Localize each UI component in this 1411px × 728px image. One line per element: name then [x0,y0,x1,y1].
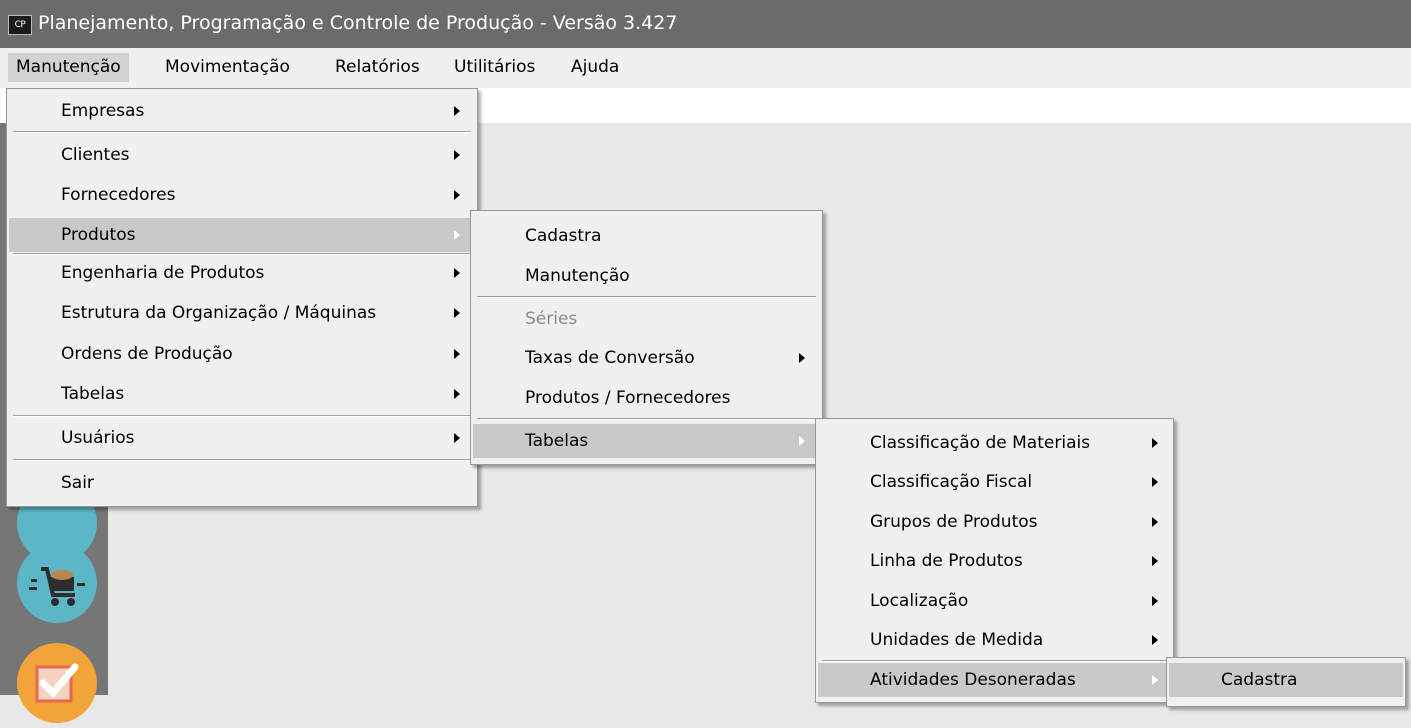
menu-item-label: Atividades Desoneradas [870,670,1076,690]
menu-item-label: Fornecedores [61,185,176,205]
menu-item-label: Produtos [61,225,136,245]
submenu-arrow-icon [454,268,460,278]
menu-item-produtos[interactable]: Produtos [9,218,475,252]
menu-separator [13,253,471,255]
submenu-arrow-icon [1152,438,1158,448]
menu-item-empresas[interactable]: Empresas [9,94,475,128]
menu-manutencao[interactable]: Manutenção [8,53,129,82]
menu-item-label: Ordens de Produção [61,344,233,364]
menu-item-usuarios[interactable]: Usuários [9,421,475,455]
submenu-arrow-icon [799,353,805,363]
menu-item-label: Localização [870,591,969,611]
menu-item-classificacao-fiscal[interactable]: Classificação Fiscal [818,465,1171,499]
menu-item-label: Unidades de Medida [870,630,1044,650]
menu-separator [13,131,471,133]
submenu-arrow-icon [454,433,460,443]
menu-tabelas-submenu: Classificação de Materiais Classificação… [815,418,1174,703]
menu-atividades-submenu: Cadastra [1166,657,1406,707]
submenu-arrow-icon [799,436,805,446]
menu-item-atividades-desoneradas[interactable]: Atividades Desoneradas [818,663,1171,697]
menu-item-tabelas[interactable]: Tabelas [9,377,475,411]
submenu-arrow-icon [1152,596,1158,606]
menu-separator [477,418,816,420]
menu-item-classificacao-de-materiais[interactable]: Classificação de Materiais [818,426,1171,460]
submenu-arrow-icon [454,230,460,240]
submenu-arrow-icon [454,150,460,160]
menu-relatorios[interactable]: Relatórios [327,53,428,82]
menu-item-label: Usuários [61,428,135,448]
menu-item-label: Empresas [61,101,145,121]
menu-item-taxas-de-conversao[interactable]: Taxas de Conversão [473,341,820,375]
submenu-arrow-icon [1152,635,1158,645]
menu-item-produtos-fornecedores[interactable]: Produtos / Fornecedores [473,381,820,415]
menu-item-grupos-de-produtos[interactable]: Grupos de Produtos [818,505,1171,539]
menu-item-label: Cadastra [1221,670,1298,690]
menu-item-manutencao[interactable]: Manutenção [473,259,820,293]
menu-item-series[interactable]: Séries [473,302,820,336]
menu-bar: Manutenção Movimentação Relatórios Utili… [0,48,1411,88]
menu-item-label: Manutenção [525,266,630,286]
menu-item-label: Sair [61,473,94,493]
menu-ajuda[interactable]: Ajuda [563,53,627,82]
menu-item-engenharia-de-produtos[interactable]: Engenharia de Produtos [9,256,475,290]
checkmark-box-icon[interactable] [17,643,97,723]
submenu-arrow-icon [1152,556,1158,566]
menu-item-label: Classificação de Materiais [870,433,1091,453]
menu-item-label: Tabelas [525,431,589,451]
menu-item-label: Cadastra [525,226,602,246]
submenu-arrow-icon [454,389,460,399]
submenu-arrow-icon [1152,517,1158,527]
submenu-arrow-icon [454,106,460,116]
menu-separator [822,660,1167,662]
menu-manutencao-dropdown: Empresas Clientes Fornecedores Produtos … [6,88,478,507]
menu-item-clientes[interactable]: Clientes [9,138,475,172]
menu-item-label: Engenharia de Produtos [61,263,265,283]
menu-produtos-submenu: Cadastra Manutenção Séries Taxas de Conv… [470,210,823,465]
app-icon[interactable]: CP [8,15,32,35]
menu-separator [477,296,816,298]
menu-item-sair[interactable]: Sair [9,466,475,500]
menu-item-label: Grupos de Produtos [870,512,1038,532]
menu-item-linha-de-produtos[interactable]: Linha de Produtos [818,544,1171,578]
menu-item-label: Classificação Fiscal [870,472,1033,492]
cart-icon[interactable] [17,543,97,623]
submenu-arrow-icon [454,349,460,359]
menu-item-label: Clientes [61,145,130,165]
menu-item-cadastra[interactable]: Cadastra [473,219,820,253]
submenu-arrow-icon [454,190,460,200]
menu-item-label: Estrutura da Organização / Máquinas [61,303,377,323]
menu-item-cadastra-atividades[interactable]: Cadastra [1169,663,1403,697]
menu-item-label: Tabelas [61,384,125,404]
menu-item-label: Taxas de Conversão [525,348,695,368]
submenu-arrow-icon [1152,477,1158,487]
menu-movimentacao[interactable]: Movimentação [157,53,298,82]
menu-separator [13,415,471,417]
menu-item-fornecedores[interactable]: Fornecedores [9,178,475,212]
menu-item-ordens-de-producao[interactable]: Ordens de Produção [9,337,475,371]
menu-item-localizacao[interactable]: Localização [818,584,1171,618]
menu-utilitarios[interactable]: Utilitários [446,53,543,82]
menu-item-unidades-de-medida[interactable]: Unidades de Medida [818,623,1171,657]
menu-item-label: Linha de Produtos [870,551,1023,571]
menu-item-label: Séries [525,309,578,329]
menu-separator [13,459,471,461]
submenu-arrow-icon [454,308,460,318]
menu-item-label: Produtos / Fornecedores [525,388,731,408]
title-bar: CP Planejamento, Programação e Controle … [0,0,1411,48]
window-title: Planejamento, Programação e Controle de … [38,12,678,34]
menu-item-tabelas-produtos[interactable]: Tabelas [473,424,820,458]
submenu-arrow-icon [1152,675,1158,685]
menu-item-estrutura-da-organizacao[interactable]: Estrutura da Organização / Máquinas [9,296,475,330]
